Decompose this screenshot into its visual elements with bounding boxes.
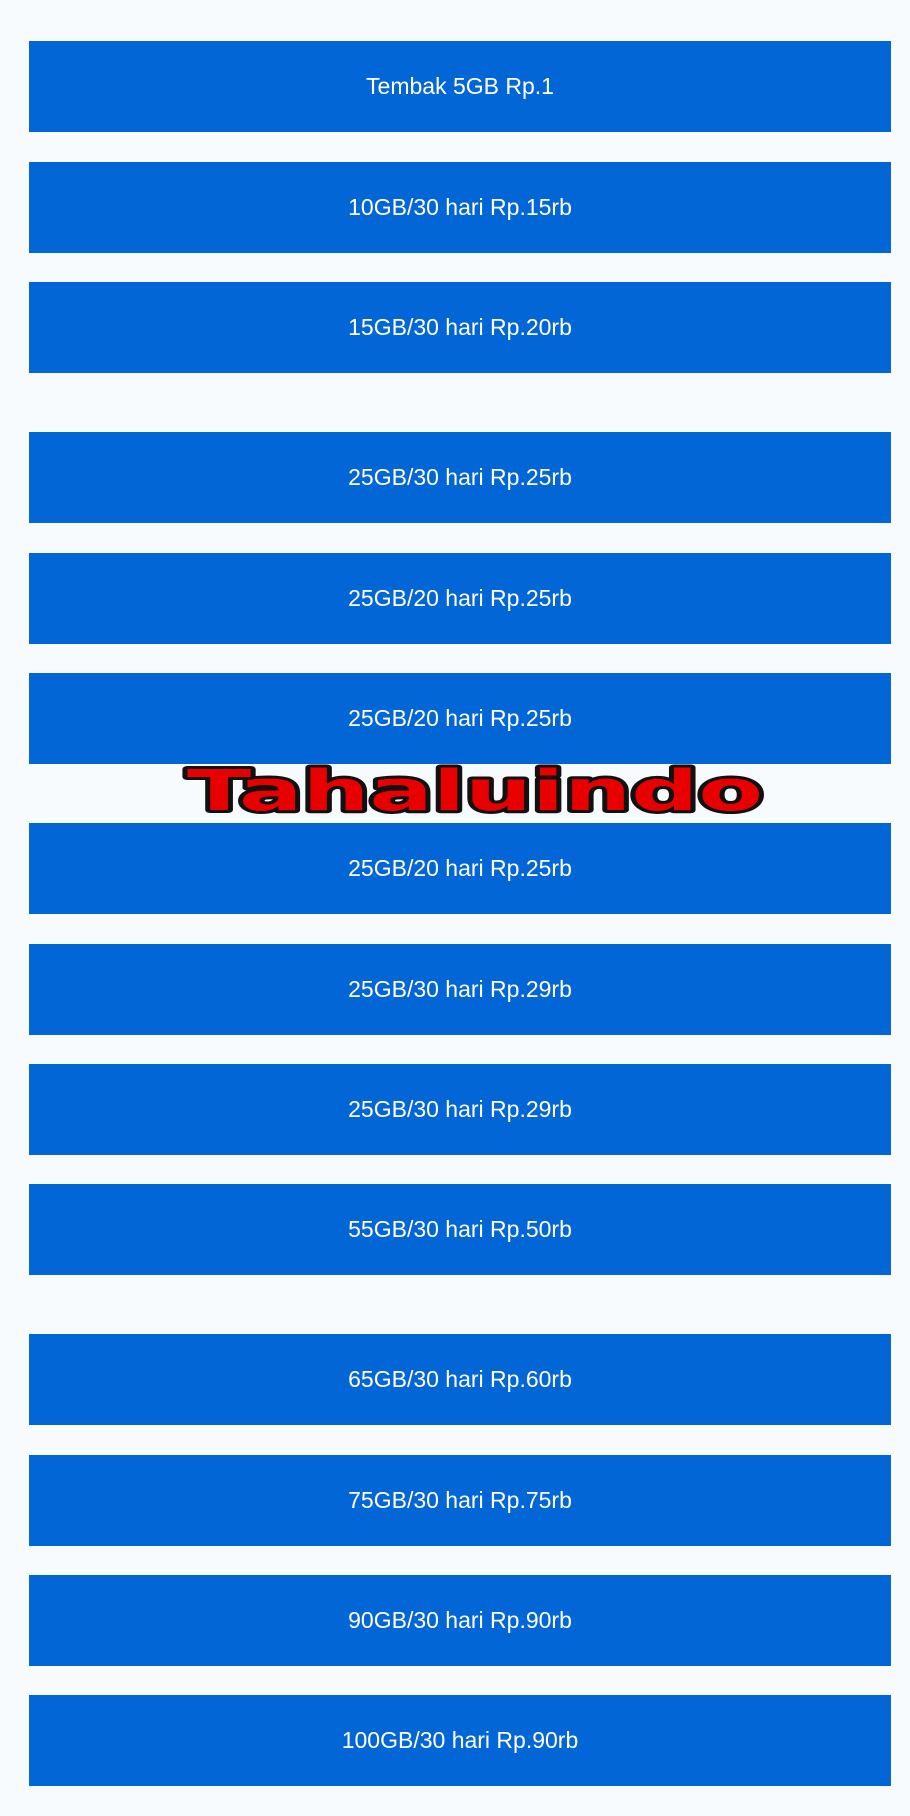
package-button-5[interactable]: 25GB/20 hari Rp.25rb xyxy=(29,553,891,644)
package-button-1[interactable]: Tembak 5GB Rp.1 xyxy=(29,41,891,132)
package-button-9[interactable]: 25GB/30 hari Rp.29rb xyxy=(29,1064,891,1155)
package-button-7[interactable]: 25GB/20 hari Rp.25rb xyxy=(29,823,891,914)
package-button-2[interactable]: 10GB/30 hari Rp.15rb xyxy=(29,162,891,253)
package-button-3[interactable]: 15GB/30 hari Rp.20rb xyxy=(29,282,891,373)
watermark-text: Tahaluindo xyxy=(187,760,763,822)
package-button-6[interactable]: 25GB/20 hari Rp.25rb xyxy=(29,673,891,764)
package-button-10[interactable]: 55GB/30 hari Rp.50rb xyxy=(29,1184,891,1275)
package-button-14[interactable]: 100GB/30 hari Rp.90rb xyxy=(29,1695,891,1786)
watermark-logo: Tahaluindo xyxy=(184,760,766,822)
package-button-4[interactable]: 25GB/30 hari Rp.25rb xyxy=(29,432,891,523)
package-button-8[interactable]: 25GB/30 hari Rp.29rb xyxy=(29,944,891,1035)
package-button-13[interactable]: 90GB/30 hari Rp.90rb xyxy=(29,1575,891,1666)
package-button-12[interactable]: 75GB/30 hari Rp.75rb xyxy=(29,1455,891,1546)
package-button-11[interactable]: 65GB/30 hari Rp.60rb xyxy=(29,1334,891,1425)
